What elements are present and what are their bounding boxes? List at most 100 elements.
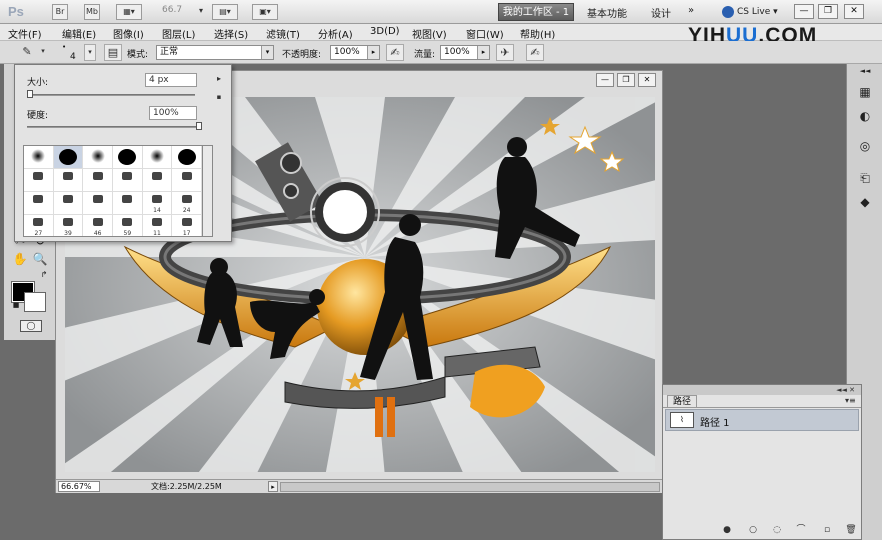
brush-size-slider[interactable] xyxy=(27,94,195,96)
brush-hardness-field[interactable]: 100% xyxy=(149,106,197,120)
hand-tool-icon[interactable]: ✋ xyxy=(10,250,30,268)
stroke-path-icon[interactable]: ○ xyxy=(747,524,759,536)
arrange-documents-button[interactable]: ▤▾ xyxy=(212,4,238,20)
histogram-panel-icon[interactable]: ▦ xyxy=(855,82,875,102)
menu-3d[interactable]: 3D(D) xyxy=(370,26,400,37)
new-path-icon[interactable]: ▫ xyxy=(821,524,833,536)
brush-preset[interactable] xyxy=(53,192,84,215)
view-extras-button[interactable]: ▦▾ xyxy=(116,4,142,20)
menu-view[interactable]: 视图(V) xyxy=(412,26,447,41)
menu-filter[interactable]: 滤镜(T) xyxy=(266,26,300,41)
menu-layer[interactable]: 图层(L) xyxy=(162,26,195,41)
workspace-design[interactable]: 设计 xyxy=(651,5,671,20)
brush-preset[interactable] xyxy=(172,169,202,192)
cs-live-button[interactable]: CS Live ▾ xyxy=(722,4,778,20)
brush-hardness-slider-thumb[interactable] xyxy=(196,122,202,130)
close-button[interactable]: ✕ xyxy=(844,4,864,19)
zoom-level-field[interactable]: 66.7 xyxy=(162,5,196,15)
minimize-button[interactable]: — xyxy=(794,4,814,19)
brush-size-value[interactable]: 4 xyxy=(70,52,76,62)
tablet-pressure-opacity-icon[interactable]: ✍ xyxy=(386,44,404,61)
bridge-button[interactable]: Br xyxy=(52,4,68,20)
menu-file[interactable]: 文件(F) xyxy=(8,26,42,41)
brush-hardness-slider[interactable] xyxy=(27,126,199,128)
background-color-swatch[interactable] xyxy=(24,292,46,312)
brush-preset[interactable] xyxy=(142,169,173,192)
airbrush-icon[interactable]: ✈ xyxy=(496,44,514,61)
brush-size-slider-thumb[interactable] xyxy=(27,90,34,98)
opacity-field[interactable]: 100% ▸ xyxy=(330,45,380,60)
brush-preset[interactable]: 59 xyxy=(113,215,143,236)
menu-edit[interactable]: 编辑(E) xyxy=(62,26,96,41)
brush-preset[interactable] xyxy=(83,169,113,192)
brush-preset-scrollbar[interactable] xyxy=(203,145,213,237)
brush-preset[interactable] xyxy=(24,146,54,169)
opacity-slider-arrow-icon[interactable]: ▸ xyxy=(367,46,379,59)
brush-picker-menu-icon[interactable]: ▸ xyxy=(213,73,225,85)
brush-preset[interactable] xyxy=(24,169,54,192)
default-colors-icon[interactable]: ■ xyxy=(6,300,26,310)
load-selection-icon[interactable]: ◌ xyxy=(771,524,783,536)
brush-preset[interactable]: 24 xyxy=(172,192,202,215)
doc-restore-button[interactable]: ❐ xyxy=(617,73,635,87)
zoom-dropdown-icon[interactable]: ▾ xyxy=(196,4,206,20)
brush-preset[interactable]: 46 xyxy=(83,215,113,236)
brush-panel-toggle-icon[interactable]: ▤ xyxy=(104,44,122,61)
menu-window[interactable]: 窗口(W) xyxy=(466,26,504,41)
brush-preset[interactable]: 14 xyxy=(142,192,173,215)
mode-select[interactable]: 正常 ▾ xyxy=(156,45,274,60)
brush-preset[interactable] xyxy=(53,146,84,169)
brush-preset[interactable] xyxy=(83,192,113,215)
brush-size-preview[interactable]: • xyxy=(62,43,66,51)
quick-mask-button[interactable]: ◯ xyxy=(20,320,42,332)
screen-mode-button[interactable]: ▣▾ xyxy=(252,4,278,20)
brush-preset[interactable]: 27 xyxy=(24,215,54,236)
brush-preset[interactable]: 11 xyxy=(143,215,173,236)
status-menu-arrow-icon[interactable]: ▸ xyxy=(268,481,278,492)
brush-size-field[interactable]: 4 px xyxy=(145,73,197,87)
fill-path-icon[interactable]: ● xyxy=(721,524,733,536)
brush-preset[interactable] xyxy=(142,146,173,169)
horizontal-scrollbar[interactable] xyxy=(280,482,660,492)
delete-path-icon[interactable]: 🗑 xyxy=(845,524,857,536)
brush-preset[interactable] xyxy=(172,146,202,169)
workspace-more-button[interactable]: » xyxy=(688,5,694,16)
flow-field[interactable]: 100% ▸ xyxy=(440,45,490,60)
brush-preset[interactable] xyxy=(112,192,143,215)
mini-bridge-button[interactable]: Mb xyxy=(84,4,100,20)
dock-collapse-icon[interactable]: ◄◄ xyxy=(855,66,875,76)
paths-panel-header[interactable]: ◄◄ ✕ xyxy=(663,385,861,395)
doc-minimize-button[interactable]: — xyxy=(596,73,614,87)
navigator-panel-icon[interactable]: ◐ xyxy=(855,106,875,126)
workspace-essentials[interactable]: 基本功能 xyxy=(587,5,627,20)
brush-preset[interactable] xyxy=(83,146,113,169)
restore-button[interactable]: ❐ xyxy=(818,4,838,19)
brush-picker-button[interactable]: ▾ xyxy=(84,44,96,61)
brush-preset[interactable] xyxy=(112,146,143,169)
menu-select[interactable]: 选择(S) xyxy=(214,26,248,41)
styles-panel-icon[interactable]: ◎ xyxy=(855,136,875,156)
path-list-item[interactable]: ⌇ 路径 1 xyxy=(665,409,859,431)
paths-panel-menu-icon[interactable]: ▾≡ xyxy=(845,396,856,405)
brush-preset[interactable]: 17 xyxy=(172,215,202,236)
flow-slider-arrow-icon[interactable]: ▸ xyxy=(477,46,489,59)
doc-close-button[interactable]: ✕ xyxy=(638,73,656,87)
menu-help[interactable]: 帮助(H) xyxy=(520,26,555,41)
tablet-pressure-size-icon[interactable]: ✍ xyxy=(526,44,544,61)
layers-panel-icon[interactable]: ◆ xyxy=(855,192,875,212)
new-preset-icon[interactable]: ▪ xyxy=(213,91,225,103)
brush-preset[interactable] xyxy=(53,169,84,192)
make-work-path-icon[interactable]: ⌒ xyxy=(795,524,807,536)
brush-preset[interactable] xyxy=(112,169,143,192)
menu-image[interactable]: 图像(I) xyxy=(113,26,144,41)
tool-preset-dropdown-icon[interactable]: ▾ xyxy=(38,44,48,61)
menu-analysis[interactable]: 分析(A) xyxy=(318,26,353,41)
channels-panel-icon[interactable]: ⎗ xyxy=(855,168,875,188)
status-zoom-field[interactable]: 66.67% xyxy=(58,481,100,492)
swap-colors-icon[interactable]: ↱ xyxy=(34,270,54,280)
workspace-active-button[interactable]: 我的工作区 - 1 xyxy=(498,3,574,21)
brush-preset[interactable]: 39 xyxy=(54,215,84,236)
zoom-tool-icon[interactable]: 🔍 xyxy=(30,250,50,268)
brush-preset[interactable] xyxy=(24,192,54,215)
brush-icon[interactable]: ✎ xyxy=(18,44,36,61)
